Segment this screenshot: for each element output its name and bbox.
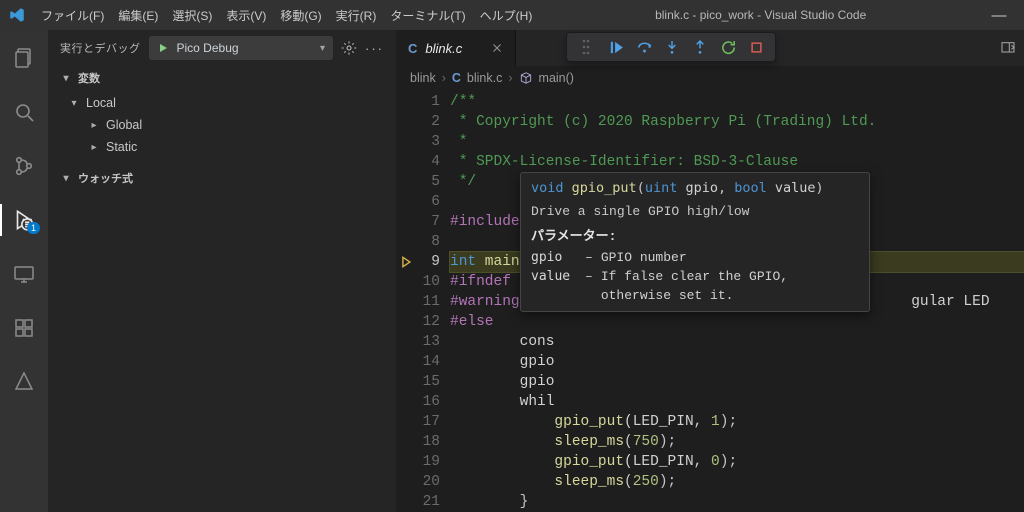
remote-explorer-icon[interactable]: [0, 254, 48, 294]
chevron-down-icon: ▾: [60, 173, 72, 184]
scope-local[interactable]: ▾ Local: [48, 92, 396, 114]
continue-button[interactable]: [603, 34, 629, 60]
more-icon[interactable]: ···: [365, 41, 384, 56]
breadcrumb[interactable]: blink › C blink.c › main(): [396, 66, 1024, 90]
side-panel: 実行とデバッグ Pico Debug ▾ ··· ▾ 変数 ▾ Local: [48, 30, 396, 512]
activity-bar: 1: [0, 30, 48, 512]
chevron-down-icon: ▾: [320, 43, 325, 54]
debug-toolbar[interactable]: [566, 32, 776, 62]
hover-tooltip: void gpio_put(uint gpio, bool value) Dri…: [520, 172, 870, 312]
variables-tree: ▾ Local ▸ Global ▸ Static: [48, 90, 396, 166]
chevron-down-icon: ▾: [60, 73, 72, 84]
cmake-icon[interactable]: [0, 362, 48, 402]
chevron-down-icon: ▾: [68, 98, 80, 109]
search-icon[interactable]: [0, 92, 48, 132]
menu-item[interactable]: 編集(E): [111, 5, 165, 27]
scope-static[interactable]: ▸ Static: [48, 136, 396, 158]
title-bar: ファイル(F)編集(E)選択(S)表示(V)移動(G)実行(R)ターミナル(T)…: [0, 0, 1024, 30]
menu-item[interactable]: 選択(S): [165, 5, 219, 27]
menu-item[interactable]: 移動(G): [273, 5, 328, 27]
debug-config-select[interactable]: Pico Debug ▾: [149, 36, 334, 60]
gear-icon[interactable]: [341, 40, 357, 56]
restart-button[interactable]: [715, 34, 741, 60]
variables-section[interactable]: ▾ 変数: [48, 66, 396, 90]
editor-area: C blink.c: [396, 30, 1024, 512]
step-over-button[interactable]: [631, 34, 657, 60]
menu-item[interactable]: ファイル(F): [34, 5, 111, 27]
editor-actions-icon[interactable]: [1000, 40, 1016, 56]
step-into-button[interactable]: [659, 34, 685, 60]
step-out-button[interactable]: [687, 34, 713, 60]
chevron-right-icon: ▸: [88, 120, 100, 131]
close-icon[interactable]: [491, 42, 503, 54]
explorer-icon[interactable]: [0, 38, 48, 78]
c-file-icon: C: [452, 71, 461, 85]
menu-item[interactable]: 表示(V): [219, 5, 273, 27]
chevron-right-icon: ›: [508, 71, 512, 85]
extensions-icon[interactable]: [0, 308, 48, 348]
vscode-logo-icon: [8, 6, 26, 24]
debug-badge: 1: [27, 222, 40, 234]
c-file-icon: C: [408, 41, 417, 56]
run-debug-icon[interactable]: 1: [0, 200, 48, 240]
symbol-method-icon: [519, 71, 533, 85]
chevron-right-icon: ›: [442, 71, 446, 85]
minimize-button[interactable]: —: [982, 7, 1016, 24]
code-editor[interactable]: 123456789101112131415161718192021 /** * …: [396, 90, 1024, 512]
menu-item[interactable]: ヘルプ(H): [473, 5, 540, 27]
panel-title: 実行とデバッグ: [60, 40, 141, 56]
menu-item[interactable]: ターミナル(T): [383, 5, 472, 27]
chevron-right-icon: ▸: [88, 142, 100, 153]
play-icon: [157, 42, 169, 54]
watch-section[interactable]: ▾ ウォッチ式: [48, 166, 396, 190]
stop-button[interactable]: [743, 34, 769, 60]
source-control-icon[interactable]: [0, 146, 48, 186]
menu-item[interactable]: 実行(R): [329, 5, 384, 27]
debug-config-name: Pico Debug: [177, 41, 239, 55]
drag-handle-icon[interactable]: [573, 34, 599, 60]
scope-global[interactable]: ▸ Global: [48, 114, 396, 136]
debug-current-line-icon: [400, 255, 414, 269]
tab-blink-c[interactable]: C blink.c: [396, 30, 516, 66]
window-title: blink.c - pico_work - Visual Studio Code: [655, 8, 866, 22]
